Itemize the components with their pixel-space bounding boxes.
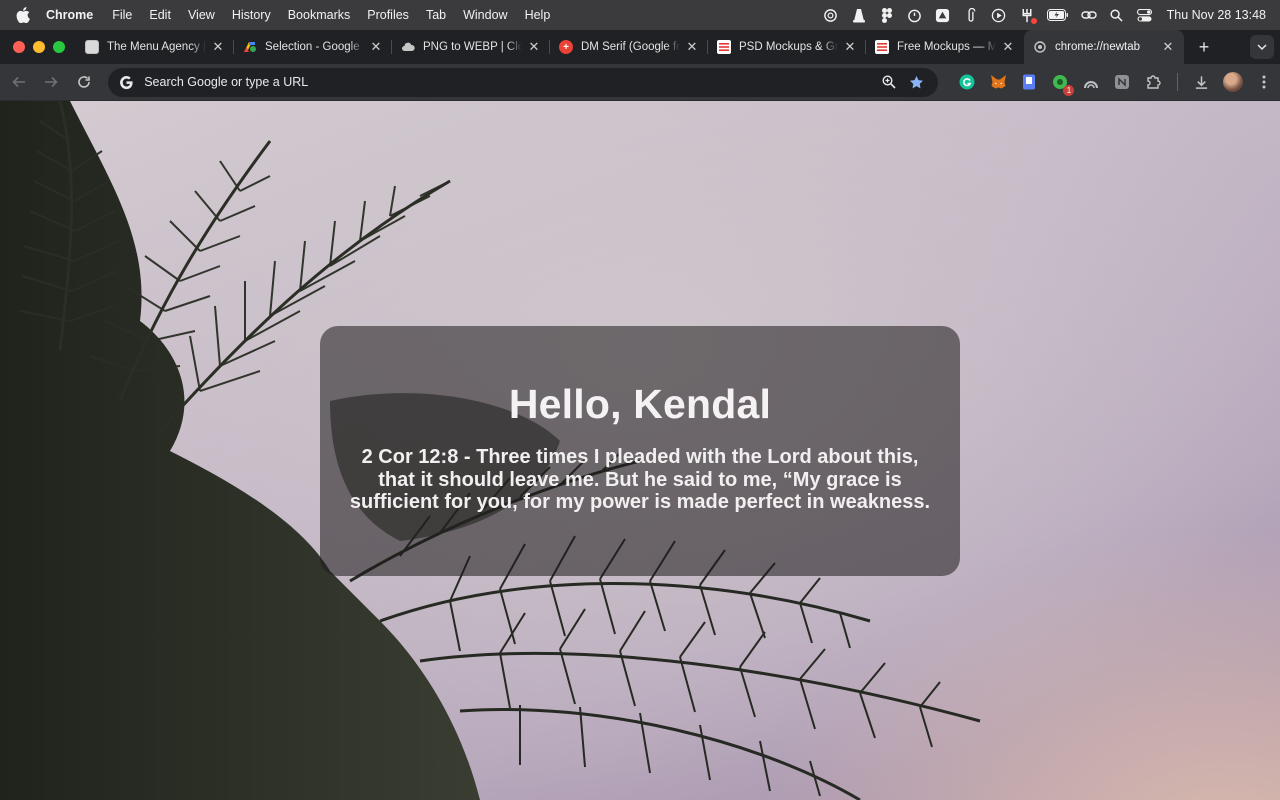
extensions-area: 1 [952, 72, 1280, 96]
tab-close-icon[interactable]: ✕ [684, 39, 700, 55]
menu-bookmarks[interactable]: Bookmarks [288, 8, 351, 22]
tab-close-icon[interactable]: ✕ [1000, 39, 1016, 55]
play-icon[interactable] [991, 7, 1007, 23]
bible-verse-text: 2 Cor 12:8 - Three times I pleaded with … [349, 446, 931, 513]
menu-history[interactable]: History [232, 8, 271, 22]
chrome-menu-icon[interactable] [1254, 72, 1274, 92]
control-center-icon[interactable] [1137, 7, 1153, 23]
search-icon[interactable] [1109, 7, 1125, 23]
menu-window[interactable]: Window [463, 8, 507, 22]
menu-file[interactable]: File [112, 8, 132, 22]
tab-close-icon[interactable]: ✕ [526, 39, 542, 55]
openai-icon[interactable] [823, 7, 839, 23]
greeting-heading: Hello, Kendal [508, 381, 772, 427]
metamask-extension-icon[interactable] [988, 72, 1008, 92]
google-g-icon [118, 74, 134, 90]
address-bar[interactable] [108, 67, 938, 97]
bookmark-extension-icon[interactable] [1019, 72, 1039, 92]
zoom-icon[interactable] [878, 71, 900, 93]
tab-new-tab[interactable]: chrome://newtab ✕ [1024, 30, 1184, 64]
tab-title: Selection - Google F [265, 41, 364, 53]
tab-strip: The Menu Agency | ✕ Selection - Google F… [0, 30, 1280, 64]
extension-badge: 1 [1063, 85, 1075, 96]
mockups-favicon-icon [875, 40, 889, 54]
figma-icon[interactable] [879, 7, 895, 23]
battery-icon[interactable] [1046, 7, 1069, 23]
tab-close-icon[interactable]: ✕ [210, 39, 226, 55]
menu-agency-favicon-icon [85, 40, 99, 54]
bookmark-star-icon[interactable] [906, 71, 928, 93]
omnibox-input[interactable] [144, 75, 872, 89]
green-extension-icon[interactable]: 1 [1050, 72, 1075, 96]
tab-dm-serif[interactable]: + DM Serif (Google fon ✕ [550, 30, 708, 64]
arrow-right-icon [45, 76, 58, 88]
chrome-newtab-favicon-icon [1033, 40, 1047, 54]
cloud-favicon-icon [401, 40, 415, 54]
browser-toolbar: 1 [0, 64, 1280, 101]
tab-title: Free Mockups — Mr [897, 41, 996, 53]
timer-icon[interactable] [907, 7, 923, 23]
tab-title: The Menu Agency | [107, 41, 206, 53]
tab-title: PNG to WEBP | Cloud [423, 41, 522, 53]
tab-title: PSD Mockups & Gra [739, 41, 838, 53]
menu-profiles[interactable]: Profiles [367, 8, 409, 22]
arc-extension-icon[interactable] [1081, 72, 1101, 92]
vlc-icon[interactable] [851, 7, 867, 23]
tab-google-fonts-selection[interactable]: Selection - Google F ✕ [234, 30, 392, 64]
puzzle-extensions-icon[interactable] [1143, 72, 1163, 92]
menubar-clock[interactable]: Thu Nov 28 13:48 [1167, 8, 1266, 22]
profile-avatar[interactable] [1222, 72, 1243, 92]
reload-icon [77, 76, 90, 88]
fork-icon[interactable] [1019, 7, 1037, 24]
tool-extension-icon[interactable] [1112, 72, 1132, 92]
mockups-favicon-icon [717, 40, 731, 54]
toolbar-separator [1176, 73, 1178, 91]
tab-png-to-webp[interactable]: PNG to WEBP | Cloud ✕ [392, 30, 550, 64]
download-icon[interactable] [1191, 72, 1211, 92]
macos-menu-bar: Chrome File Edit View History Bookmarks … [0, 0, 1280, 30]
window-controls [0, 30, 76, 64]
chevron-down-icon [1257, 44, 1267, 50]
window-close-button[interactable] [13, 41, 25, 53]
drive-icon[interactable] [935, 7, 951, 23]
tab-title: DM Serif (Google fon [581, 41, 680, 53]
tab-close-icon[interactable]: ✕ [368, 39, 384, 55]
greeting-card: Hello, Kendal 2 Cor 12:8 - Three times I… [320, 326, 960, 576]
menu-tab[interactable]: Tab [426, 8, 446, 22]
arrow-left-icon [12, 76, 25, 88]
tab-close-icon[interactable]: ✕ [1160, 39, 1176, 55]
tab-title: chrome://newtab [1055, 41, 1141, 53]
link-icon[interactable] [1080, 7, 1097, 23]
new-tab-button[interactable]: + [1190, 30, 1218, 64]
tab-menu-agency[interactable]: The Menu Agency | ✕ [76, 30, 234, 64]
forward-button[interactable] [36, 67, 65, 97]
menu-view[interactable]: View [188, 8, 215, 22]
tab-search-button[interactable] [1250, 35, 1274, 59]
menubar-status-area: Thu Nov 28 13:48 [811, 0, 1280, 30]
tab-close-icon[interactable]: ✕ [842, 39, 858, 55]
google-fonts-favicon-icon [243, 40, 257, 54]
menu-edit[interactable]: Edit [149, 8, 171, 22]
window-minimize-button[interactable] [33, 41, 45, 53]
dm-serif-favicon-icon: + [559, 40, 573, 54]
new-tab-page: Hello, Kendal 2 Cor 12:8 - Three times I… [0, 101, 1280, 800]
back-button[interactable] [4, 67, 33, 97]
tab-psd-mockups[interactable]: PSD Mockups & Gra ✕ [708, 30, 866, 64]
menu-help[interactable]: Help [525, 8, 551, 22]
reload-button[interactable] [69, 67, 98, 97]
apple-logo-icon[interactable] [16, 7, 32, 23]
menu-app-name[interactable]: Chrome [46, 8, 93, 22]
window-maximize-button[interactable] [53, 41, 65, 53]
grammarly-extension-icon[interactable] [957, 72, 977, 92]
paperclip-icon[interactable] [963, 7, 979, 23]
tab-free-mockups[interactable]: Free Mockups — Mr ✕ [866, 30, 1024, 64]
